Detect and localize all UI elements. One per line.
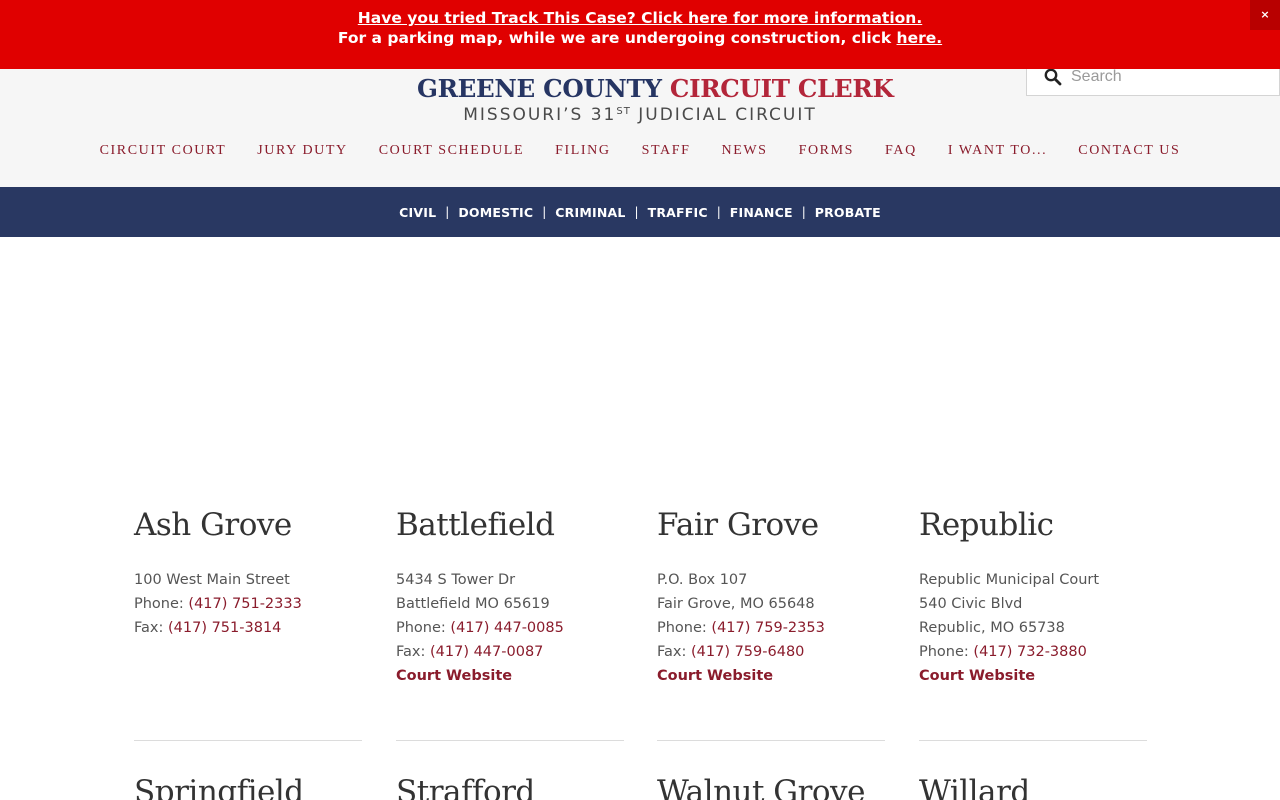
nav-jury-duty[interactable]: JURY DUTY bbox=[257, 143, 348, 161]
nav-forms[interactable]: FORMS bbox=[799, 143, 854, 161]
parking-map-text: For a parking map, while we are undergoi… bbox=[337, 29, 897, 47]
court-phone: Phone: (417) 759-2353 bbox=[657, 616, 885, 640]
nav-filing[interactable]: FILING bbox=[555, 143, 610, 161]
court-address-line: Fair Grove, MO 65648 bbox=[657, 596, 815, 612]
court-info: Republic Municipal Court 540 Civic Blvd … bbox=[919, 568, 1147, 688]
court-name: Battlefield bbox=[396, 507, 555, 543]
court-info: 5434 S Tower Dr Battlefield MO 65619 Pho… bbox=[396, 568, 624, 688]
nav-news[interactable]: NEWS bbox=[722, 143, 768, 161]
division-criminal[interactable]: CRIMINAL bbox=[555, 205, 625, 220]
division-finance[interactable]: FINANCE bbox=[730, 205, 793, 220]
court-fax: Fax: (417) 759-6480 bbox=[657, 640, 885, 664]
court-name: Republic bbox=[919, 507, 1054, 543]
court-website-link[interactable]: Court Website bbox=[657, 664, 885, 688]
court-phone: Phone: (417) 732-3880 bbox=[919, 640, 1147, 664]
court-info: P.O. Box 107 Fair Grove, MO 65648 Phone:… bbox=[657, 568, 885, 688]
court-name: Fair Grove bbox=[657, 507, 819, 543]
phone-link[interactable]: (417) 751-2333 bbox=[188, 596, 301, 612]
phone-label: Phone: bbox=[396, 620, 451, 636]
phone-label: Phone: bbox=[919, 644, 974, 660]
search-icon[interactable] bbox=[1043, 67, 1063, 87]
fax-label: Fax: bbox=[134, 620, 168, 636]
logo-subtitle-part1: MISSOURI’S 31 bbox=[463, 105, 617, 125]
logo-title-county: GREENE COUNTY bbox=[417, 74, 662, 103]
court-name: Willard bbox=[919, 774, 1030, 800]
fax-label: Fax: bbox=[396, 644, 430, 660]
nav-court-schedule[interactable]: COURT SCHEDULE bbox=[379, 143, 524, 161]
court-info: 100 West Main Street Phone: (417) 751-23… bbox=[134, 568, 362, 640]
court-name: Strafford bbox=[396, 774, 535, 800]
main-nav: CIRCUIT COURT JURY DUTY COURT SCHEDULE F… bbox=[0, 143, 1280, 161]
court-card-walnut-grove: Walnut Grove bbox=[657, 773, 885, 800]
division-domestic[interactable]: DOMESTIC bbox=[458, 205, 533, 220]
court-name: Springfield bbox=[134, 774, 304, 800]
alert-banner: Have you tried Track This Case? Click he… bbox=[0, 0, 1280, 69]
section-divider bbox=[919, 740, 1147, 741]
alert-line-1: Have you tried Track This Case? Click he… bbox=[0, 9, 1280, 27]
divider: | bbox=[445, 205, 450, 219]
fax-link[interactable]: (417) 447-0087 bbox=[430, 644, 543, 660]
division-traffic[interactable]: TRAFFIC bbox=[648, 205, 708, 220]
phone-label: Phone: bbox=[657, 620, 712, 636]
court-fax: Fax: (417) 751-3814 bbox=[134, 616, 362, 640]
alert-line-2: For a parking map, while we are undergoi… bbox=[0, 29, 1280, 47]
fax-link[interactable]: (417) 759-6480 bbox=[691, 644, 804, 660]
section-divider bbox=[134, 740, 362, 741]
logo-title-clerk: CIRCUIT CLERK bbox=[669, 74, 894, 103]
divider: | bbox=[542, 205, 547, 219]
court-website-link[interactable]: Court Website bbox=[396, 664, 624, 688]
phone-label: Phone: bbox=[134, 596, 189, 612]
court-card-springfield: Springfield bbox=[134, 773, 362, 800]
court-address-line: 100 West Main Street bbox=[134, 572, 290, 588]
court-card-fair-grove: Fair Grove P.O. Box 107 Fair Grove, MO 6… bbox=[657, 506, 885, 688]
logo-subtitle: MISSOURI’S 31ST JUDICIAL CIRCUIT bbox=[437, 105, 843, 125]
section-divider bbox=[396, 740, 624, 741]
parking-map-link[interactable]: here. bbox=[897, 29, 943, 47]
court-name: Ash Grove bbox=[134, 507, 292, 543]
divider: | bbox=[716, 205, 721, 219]
court-address-line: 5434 S Tower Dr bbox=[396, 572, 516, 588]
close-alert-button[interactable]: × bbox=[1250, 0, 1280, 30]
phone-link[interactable]: (417) 447-0085 bbox=[450, 620, 563, 636]
nav-i-want-to[interactable]: I WANT TO... bbox=[948, 143, 1047, 161]
court-card-battlefield: Battlefield 5434 S Tower Dr Battlefield … bbox=[396, 506, 624, 688]
logo-subtitle-sup: ST bbox=[616, 106, 631, 117]
court-address-line: Republic Municipal Court bbox=[919, 572, 1100, 588]
court-card-willard: Willard bbox=[919, 773, 1147, 800]
section-divider bbox=[657, 740, 885, 741]
logo-title: GREENE COUNTY CIRCUIT CLERK bbox=[417, 74, 894, 103]
court-phone: Phone: (417) 751-2333 bbox=[134, 592, 362, 616]
court-name: Walnut Grove bbox=[657, 774, 865, 800]
court-website-link[interactable]: Court Website bbox=[919, 664, 1147, 688]
court-card-republic: Republic Republic Municipal Court 540 Ci… bbox=[919, 506, 1147, 688]
nav-faq[interactable]: FAQ bbox=[885, 143, 917, 161]
nav-staff[interactable]: STAFF bbox=[642, 143, 691, 161]
court-phone: Phone: (417) 447-0085 bbox=[396, 616, 624, 640]
court-address-line: Battlefield MO 65619 bbox=[396, 596, 550, 612]
logo-subtitle-part2: JUDICIAL CIRCUIT bbox=[638, 105, 817, 125]
nav-circuit-court[interactable]: CIRCUIT COURT bbox=[100, 143, 227, 161]
division-civil[interactable]: CIVIL bbox=[399, 205, 436, 220]
court-address-line: 540 Civic Blvd bbox=[919, 596, 1023, 612]
court-address-line: P.O. Box 107 bbox=[657, 572, 748, 588]
court-fax: Fax: (417) 447-0087 bbox=[396, 640, 624, 664]
court-card-ash-grove: Ash Grove 100 West Main Street Phone: (4… bbox=[134, 506, 362, 640]
divider: | bbox=[634, 205, 639, 219]
phone-link[interactable]: (417) 732-3880 bbox=[973, 644, 1086, 660]
division-probate[interactable]: PROBATE bbox=[815, 205, 881, 220]
court-address-line: Republic, MO 65738 bbox=[919, 620, 1065, 636]
divider: | bbox=[801, 205, 806, 219]
phone-link[interactable]: (417) 759-2353 bbox=[711, 620, 824, 636]
division-nav: CIVIL | DOMESTIC | CRIMINAL | TRAFFIC | … bbox=[0, 187, 1280, 237]
fax-label: Fax: bbox=[657, 644, 691, 660]
court-card-strafford: Strafford bbox=[396, 773, 624, 800]
fax-link[interactable]: (417) 751-3814 bbox=[168, 620, 281, 636]
track-this-case-link[interactable]: Have you tried Track This Case? Click he… bbox=[358, 9, 922, 27]
nav-contact-us[interactable]: CONTACT US bbox=[1078, 143, 1180, 161]
